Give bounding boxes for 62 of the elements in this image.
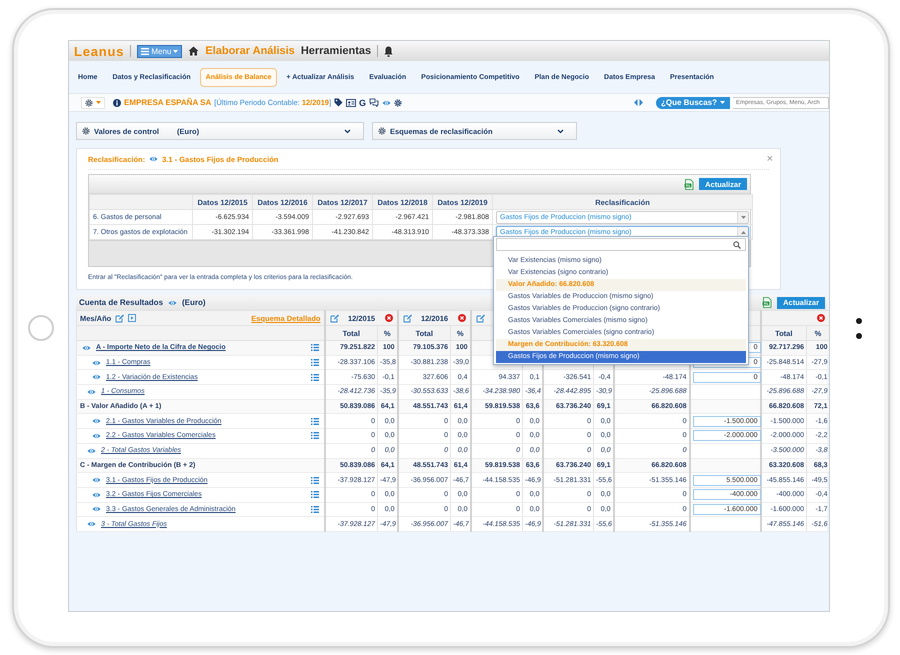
settings-menu-button[interactable]: [81, 96, 105, 108]
caret-icon: [96, 101, 101, 104]
list-icon[interactable]: [310, 506, 318, 513]
list-icon[interactable]: [310, 491, 318, 498]
eye-icon[interactable]: [92, 506, 101, 512]
list-icon[interactable]: [310, 418, 318, 425]
chevron-down-icon: [557, 128, 564, 134]
caret-icon: [740, 230, 746, 234]
list-icon[interactable]: [310, 432, 318, 440]
list-icon[interactable]: [310, 476, 318, 484]
id-card-icon[interactable]: [346, 98, 356, 106]
prev-next-arrows-icon[interactable]: [634, 99, 643, 106]
eye-icon[interactable]: [87, 388, 96, 395]
g-letter-button[interactable]: G: [359, 98, 366, 108]
close-icon[interactable]: [817, 314, 825, 322]
info-icon[interactable]: [113, 98, 121, 106]
eye-icon[interactable]: [87, 521, 96, 528]
search-field[interactable]: [496, 238, 746, 251]
tag-icon[interactable]: [334, 98, 344, 107]
chat-icon[interactable]: [369, 98, 380, 107]
settings-icon: [85, 98, 93, 106]
eye-icon[interactable]: [168, 300, 178, 306]
home-icon[interactable]: [188, 46, 200, 56]
edit-icon[interactable]: [330, 314, 338, 322]
logo: Leanus: [74, 44, 124, 58]
caret-icon: [740, 216, 746, 218]
eye-icon[interactable]: [92, 492, 101, 498]
edit-icon[interactable]: [115, 314, 124, 322]
eye-icon[interactable]: [87, 448, 96, 454]
spreadsheet-icon[interactable]: [684, 178, 694, 190]
menu-icon: [141, 48, 150, 54]
settings-icon: [82, 127, 90, 135]
eye-icon[interactable]: [92, 432, 101, 439]
eye-icon[interactable]: [82, 344, 91, 351]
currency-label: (Euro): [182, 298, 206, 307]
camera-dot: [856, 318, 862, 324]
eye-icon[interactable]: [92, 360, 101, 366]
export-icon[interactable]: [128, 314, 136, 322]
company-name: EMPRESA ESPAÑA SA: [124, 98, 212, 107]
eye-icon[interactable]: [149, 156, 158, 162]
section-title: Cuenta de Resultados: [79, 298, 164, 307]
eye-icon[interactable]: [92, 374, 101, 380]
settings-icon: [394, 98, 402, 106]
caret-icon: [173, 50, 178, 52]
close-icon[interactable]: [458, 314, 466, 322]
search-icon: [733, 240, 741, 248]
list-icon[interactable]: [310, 344, 318, 352]
close-icon[interactable]: [384, 314, 392, 322]
eye-icon[interactable]: [382, 100, 392, 106]
settings-icon: [378, 127, 386, 135]
list-icon[interactable]: [310, 374, 318, 381]
spreadsheet-icon[interactable]: [762, 297, 772, 308]
edit-icon[interactable]: [476, 314, 484, 322]
list-icon[interactable]: [310, 359, 318, 366]
sensor-dot: [856, 332, 862, 338]
edit-icon[interactable]: [402, 314, 412, 322]
caret-icon: [720, 101, 725, 104]
nav-link[interactable]: Herramientas: [300, 45, 372, 57]
chevron-down-icon: [344, 128, 351, 134]
eye-icon[interactable]: [92, 418, 101, 424]
eye-icon[interactable]: [92, 477, 101, 484]
bell-icon[interactable]: [384, 46, 394, 56]
